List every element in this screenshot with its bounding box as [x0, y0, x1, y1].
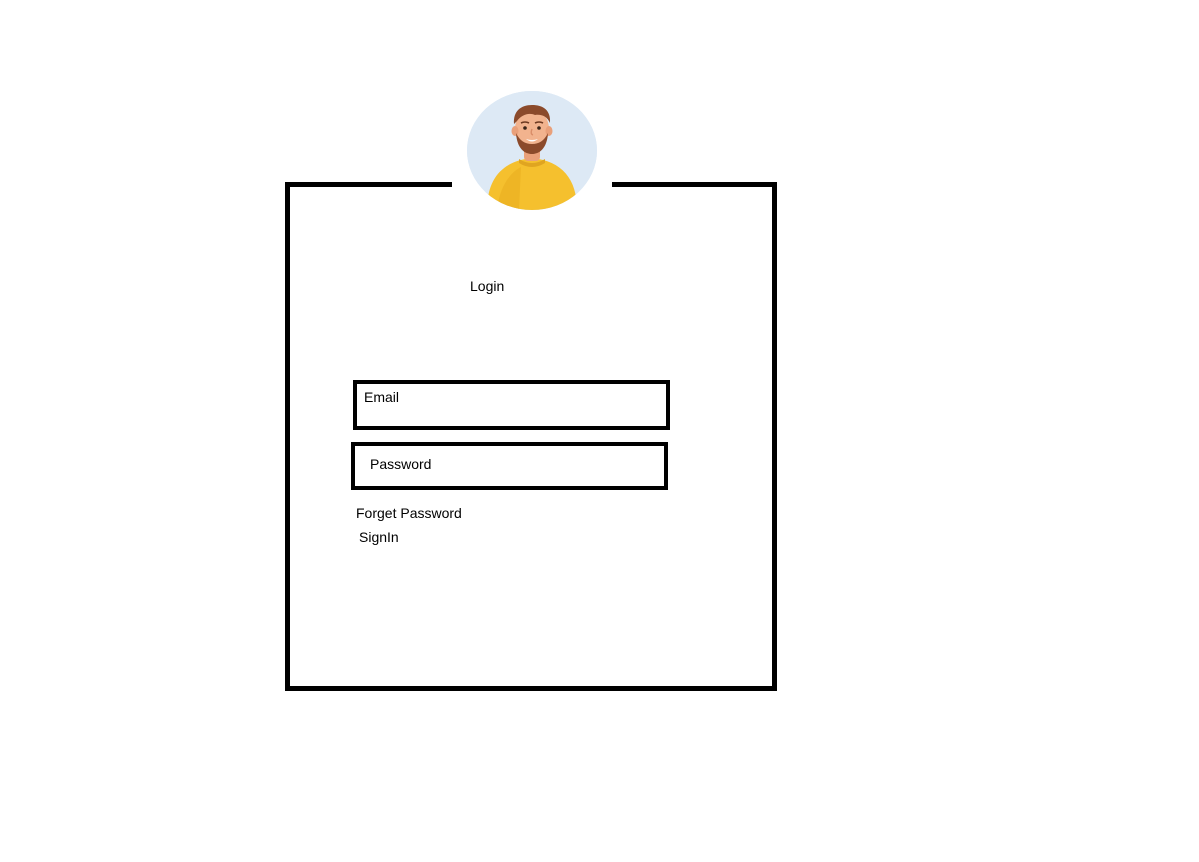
login-card: [285, 182, 777, 691]
signin-button[interactable]: SignIn: [359, 528, 399, 546]
user-avatar-icon: [467, 91, 597, 210]
card-border-top-left: [285, 182, 452, 187]
password-field[interactable]: Password: [351, 442, 668, 490]
email-field[interactable]: Email: [353, 380, 670, 430]
login-page: Login Email Password Forget Password Sig…: [0, 0, 1199, 862]
email-field-label: Email: [364, 389, 400, 405]
card-border-right: [772, 182, 777, 691]
forget-password-link[interactable]: Forget Password: [356, 504, 462, 522]
login-title: Login: [470, 278, 505, 294]
card-border-top-right: [612, 182, 777, 187]
card-border-bottom: [285, 686, 777, 691]
card-border-left: [285, 182, 290, 691]
password-field-label: Password: [370, 456, 432, 472]
